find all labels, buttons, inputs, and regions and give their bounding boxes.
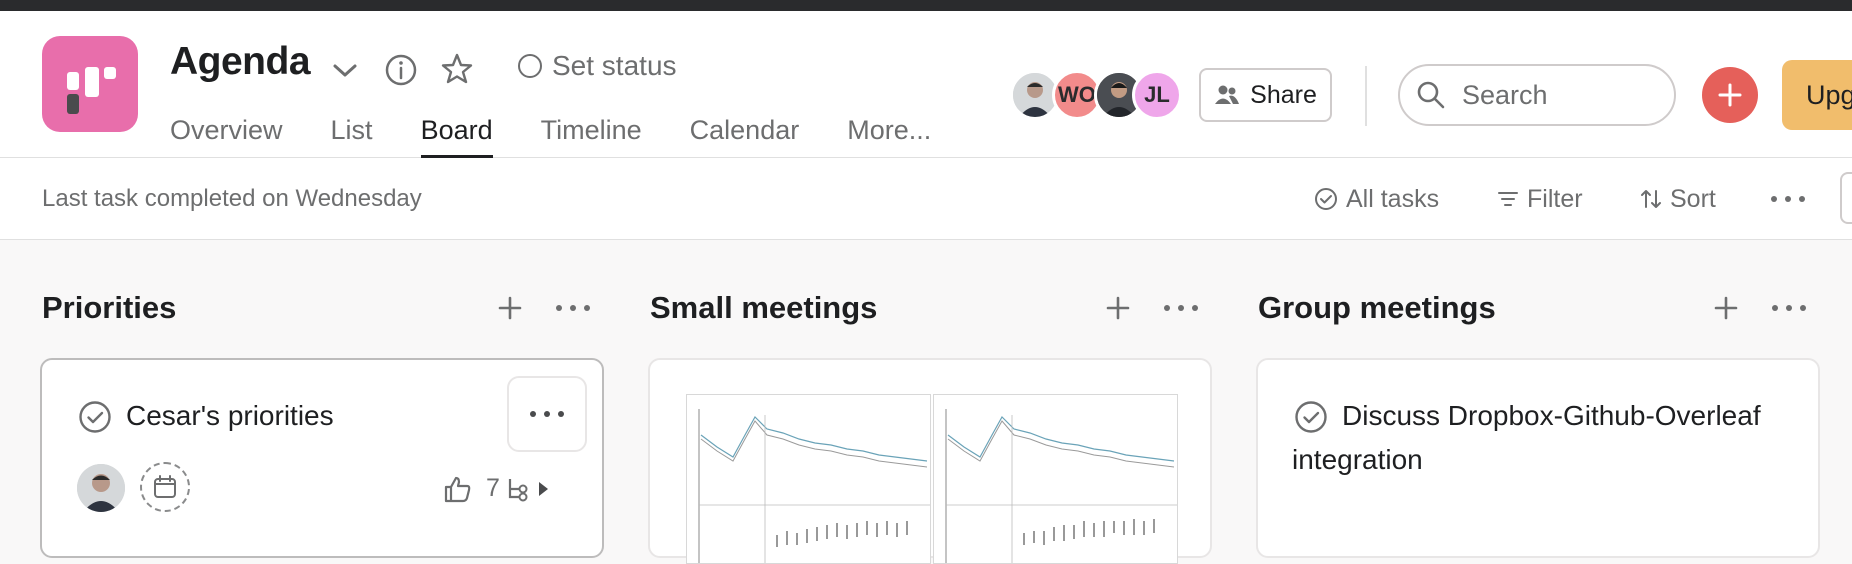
add-task-icon[interactable] (491, 289, 529, 327)
add-task-icon[interactable] (1707, 289, 1745, 327)
filter-label: Filter (1527, 184, 1583, 213)
search-box[interactable] (1398, 64, 1676, 126)
filter-button[interactable]: Filter (1497, 180, 1583, 218)
add-task-icon[interactable] (1099, 289, 1137, 327)
last-task-status: Last task completed on Wednesday (42, 185, 422, 212)
tab-calendar[interactable]: Calendar (690, 101, 800, 158)
task-title[interactable]: Discuss Dropbox-Github-Overleaf integrat… (1292, 394, 1792, 482)
project-header: Agenda Set status Overview List Board Ti… (0, 11, 1852, 158)
column-title-small-meetings[interactable]: Small meetings (650, 290, 877, 326)
check-circle-icon (1315, 188, 1337, 210)
check-circle-icon[interactable] (78, 400, 112, 434)
avatar-jl[interactable]: JL (1132, 70, 1182, 120)
column-more-icon[interactable] (554, 289, 592, 327)
add-button[interactable] (1702, 67, 1758, 123)
like-count: 7 (486, 474, 500, 502)
subtasks-icon[interactable] (507, 474, 555, 504)
filter-icon (1498, 192, 1518, 206)
people-icon (1215, 85, 1240, 104)
tab-more[interactable]: More... (847, 101, 931, 158)
share-label: Share (1250, 80, 1317, 109)
info-icon[interactable] (382, 51, 420, 89)
task-card[interactable] (648, 358, 1212, 564)
star-icon[interactable] (438, 50, 476, 88)
sort-icon (1641, 190, 1661, 208)
assignee-avatar[interactable] (77, 464, 125, 512)
search-icon (1417, 81, 1445, 109)
column-more-icon[interactable] (1770, 289, 1808, 327)
upgrade-button[interactable]: Upg (1782, 60, 1852, 130)
tab-board[interactable]: Board (420, 101, 493, 158)
view-tabs: Overview List Board Timeline Calendar Mo… (170, 101, 979, 158)
all-tasks-button[interactable]: All tasks (1314, 180, 1439, 218)
all-tasks-label: All tasks (1346, 184, 1440, 213)
share-button[interactable]: Share (1199, 68, 1332, 122)
task-title[interactable]: Cesar's priorities (126, 394, 334, 438)
task-card[interactable]: Cesar's priorities 7 (40, 358, 604, 558)
task-card[interactable]: Discuss Dropbox-Github-Overleaf integrat… (1256, 358, 1820, 558)
column-title-priorities[interactable]: Priorities (42, 290, 176, 326)
attachment-thumbnail[interactable] (686, 394, 931, 564)
project-title[interactable]: Agenda (170, 40, 311, 84)
status-circle-icon (518, 54, 542, 78)
sort-label: Sort (1670, 184, 1716, 213)
thumbs-up-icon[interactable] (442, 474, 472, 504)
plus-icon (1718, 83, 1742, 107)
set-status-button[interactable]: Set status (518, 50, 677, 82)
customize-button[interactable] (1840, 172, 1852, 224)
due-date-calendar-icon[interactable] (140, 462, 190, 512)
column-more-icon[interactable] (1162, 289, 1200, 327)
more-options-icon[interactable] (1770, 180, 1806, 218)
window-top-strip (0, 0, 1852, 11)
sort-button[interactable]: Sort (1640, 180, 1716, 218)
chevron-down-icon[interactable] (328, 54, 362, 88)
tab-overview[interactable]: Overview (170, 101, 283, 158)
board-toolbar: Last task completed on Wednesday All tas… (0, 158, 1852, 240)
tab-list[interactable]: List (331, 101, 373, 158)
set-status-label: Set status (552, 50, 677, 81)
divider (1365, 66, 1367, 126)
card-more-icon[interactable] (507, 376, 587, 452)
column-title-group-meetings[interactable]: Group meetings (1258, 290, 1496, 326)
search-input[interactable] (1462, 79, 1662, 111)
tab-timeline[interactable]: Timeline (541, 101, 642, 158)
project-icon[interactable] (42, 36, 138, 132)
attachment-thumbnail[interactable] (933, 394, 1178, 564)
